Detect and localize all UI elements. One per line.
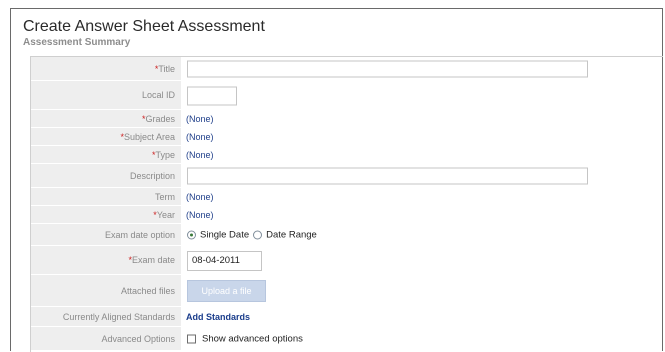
add-standards-link[interactable]: Add Standards: [186, 312, 250, 322]
assessment-panel: Create Answer Sheet Assessment Assessmen…: [10, 8, 663, 352]
show-advanced-options-label[interactable]: Show advanced options: [202, 334, 303, 345]
title-input[interactable]: [187, 60, 588, 78]
row-exam-date: *Exam date: [31, 246, 663, 275]
grades-select-link[interactable]: (None): [186, 114, 214, 124]
exam-date-label: *Exam date: [128, 255, 175, 265]
advanced-options-label: Advanced Options: [101, 333, 175, 344]
type-label: *Type: [151, 149, 175, 160]
local-id-label: Local ID: [141, 90, 175, 100]
local-id-input[interactable]: [187, 86, 237, 105]
date-range-radio[interactable]: [253, 230, 263, 240]
title-label: *Title: [154, 63, 175, 74]
description-input[interactable]: [187, 167, 588, 185]
assessment-form: *Title Local ID *Grades (None) *Subject …: [30, 56, 663, 352]
exam-date-option-group: Single Date Date Range: [187, 230, 321, 241]
row-attached-files: Attached files Upload a file: [31, 275, 663, 307]
row-description: Description: [31, 164, 663, 188]
term-label: Term: [155, 191, 175, 202]
header: Create Answer Sheet Assessment Assessmen…: [23, 18, 265, 48]
exam-date-option-label: Exam date option: [104, 229, 175, 240]
upload-file-button[interactable]: Upload a file: [187, 280, 266, 302]
row-subject-area: *Subject Area (None): [31, 128, 663, 146]
row-grades: *Grades (None): [31, 110, 663, 128]
aligned-standards-label: Currently Aligned Standards: [62, 311, 175, 322]
advanced-options-group: Show advanced options: [187, 334, 303, 345]
row-term: Term (None): [31, 188, 663, 206]
row-title: *Title: [31, 57, 663, 81]
single-date-label[interactable]: Single Date: [200, 230, 249, 241]
subject-area-select-link[interactable]: (None): [186, 132, 214, 142]
row-aligned-standards: Currently Aligned Standards Add Standard…: [31, 307, 663, 327]
section-title: Assessment Summary: [23, 37, 131, 48]
page-title: Create Answer Sheet Assessment: [23, 18, 265, 35]
term-select-link[interactable]: (None): [186, 192, 214, 202]
row-type: *Type (None): [31, 146, 663, 164]
attached-files-label: Attached files: [120, 285, 175, 296]
subject-area-label: *Subject Area: [120, 131, 175, 142]
show-advanced-options-checkbox[interactable]: [187, 334, 196, 344]
row-advanced-options: Advanced Options Show advanced options: [31, 327, 663, 351]
date-range-label[interactable]: Date Range: [266, 230, 317, 241]
type-select-link[interactable]: (None): [186, 150, 214, 160]
grades-label: *Grades: [141, 113, 175, 124]
year-label: *Year: [153, 209, 175, 220]
single-date-radio[interactable]: [187, 230, 196, 240]
row-year: *Year (None): [31, 206, 663, 224]
row-local-id: Local ID: [31, 81, 663, 110]
description-label: Description: [129, 170, 175, 181]
exam-date-input[interactable]: [187, 250, 262, 271]
row-exam-date-option: Exam date option Single Date Date Range: [31, 224, 663, 246]
year-select-link[interactable]: (None): [186, 210, 214, 220]
